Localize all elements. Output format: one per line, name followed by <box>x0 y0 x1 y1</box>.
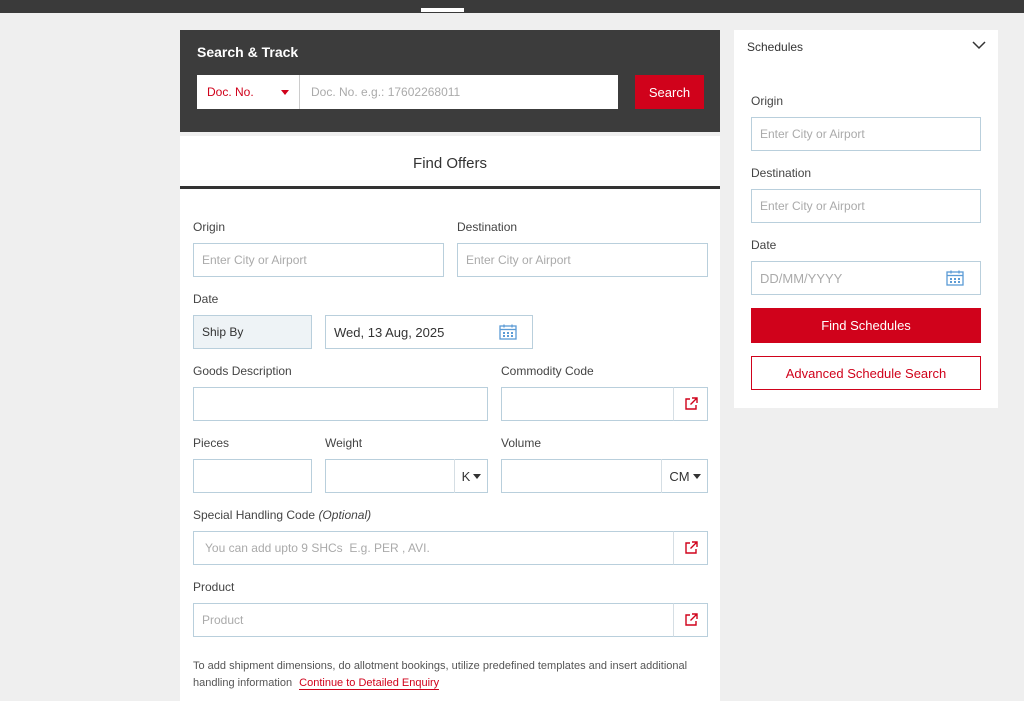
weight-label: Weight <box>325 436 363 450</box>
schedules-panel: Schedules Origin Destination Date Find S… <box>734 30 998 408</box>
shc-lookup-button[interactable] <box>673 531 708 565</box>
volume-unit-value: CM <box>669 468 690 484</box>
schedules-title[interactable]: Schedules <box>747 40 803 54</box>
doc-type-value: Doc. No. <box>207 85 254 99</box>
find-schedules-button[interactable]: Find Schedules <box>751 308 981 343</box>
ship-date-value: Wed, 13 Aug, 2025 <box>334 324 445 340</box>
commodity-lookup-button[interactable] <box>673 387 708 421</box>
chevron-down-icon <box>473 473 482 479</box>
top-bar <box>0 0 1024 13</box>
search-track-title: Search & Track <box>197 44 299 60</box>
product-lookup-button[interactable] <box>673 603 708 637</box>
ship-by-value: Ship By <box>202 325 244 339</box>
search-track-panel: Search & Track Doc. No. Search <box>180 30 720 132</box>
active-tab-indicator <box>421 8 464 12</box>
doc-type-select[interactable]: Doc. No. <box>197 75 300 109</box>
detailed-enquiry-link[interactable]: Continue to Detailed Enquiry <box>299 677 440 690</box>
date-label: Date <box>193 292 219 306</box>
doc-number-input[interactable] <box>300 75 618 109</box>
search-button[interactable]: Search <box>635 75 704 109</box>
commodity-code-input[interactable] <box>501 387 674 421</box>
destination-label: Destination <box>457 220 518 234</box>
weight-unit-select[interactable]: K <box>454 459 488 493</box>
sched-destination-input[interactable] <box>751 189 981 223</box>
advanced-schedule-search-button[interactable]: Advanced Schedule Search <box>751 356 981 390</box>
volume-label: Volume <box>501 436 542 450</box>
calendar-icon[interactable] <box>946 270 964 286</box>
external-link-icon <box>684 541 698 554</box>
sched-origin-input[interactable] <box>751 117 981 151</box>
origin-input[interactable] <box>193 243 444 277</box>
commodity-code-label: Commodity Code <box>501 364 594 378</box>
product-label: Product <box>193 580 235 594</box>
shc-label-text: Special Handling Code <box>193 508 316 522</box>
volume-unit-select[interactable]: CM <box>661 459 708 493</box>
sched-destination-label: Destination <box>751 166 812 180</box>
goods-description-label: Goods Description <box>193 364 292 378</box>
chevron-down-icon <box>281 90 289 95</box>
detailed-enquiry-note: To add shipment dimensions, do allotment… <box>193 658 703 692</box>
weight-unit-value: K <box>461 468 471 484</box>
origin-label: Origin <box>193 220 226 234</box>
shc-input[interactable] <box>193 531 674 565</box>
find-offers-title: Find Offers <box>180 136 720 189</box>
chevron-down-icon <box>692 473 701 479</box>
sched-origin-label: Origin <box>751 94 784 108</box>
chevron-down-icon[interactable] <box>972 40 986 50</box>
pieces-input[interactable] <box>193 459 312 493</box>
note-text: To add shipment dimensions, do allotment… <box>193 660 688 689</box>
external-link-icon <box>684 397 698 410</box>
shc-optional: (Optional) <box>318 508 372 522</box>
external-link-icon <box>684 613 698 626</box>
goods-description-input[interactable] <box>193 387 488 421</box>
sched-date-label: Date <box>751 238 777 252</box>
shc-label: Special Handling Code (Optional) <box>193 508 371 522</box>
destination-input[interactable] <box>457 243 708 277</box>
find-offers-card: Find Offers Origin Destination Date Ship… <box>180 136 720 701</box>
ship-date-field[interactable]: Wed, 13 Aug, 2025 <box>325 315 533 349</box>
pieces-label: Pieces <box>193 436 230 450</box>
calendar-icon[interactable] <box>499 324 517 340</box>
product-input[interactable] <box>193 603 674 637</box>
ship-by-select[interactable]: Ship By <box>193 315 312 349</box>
